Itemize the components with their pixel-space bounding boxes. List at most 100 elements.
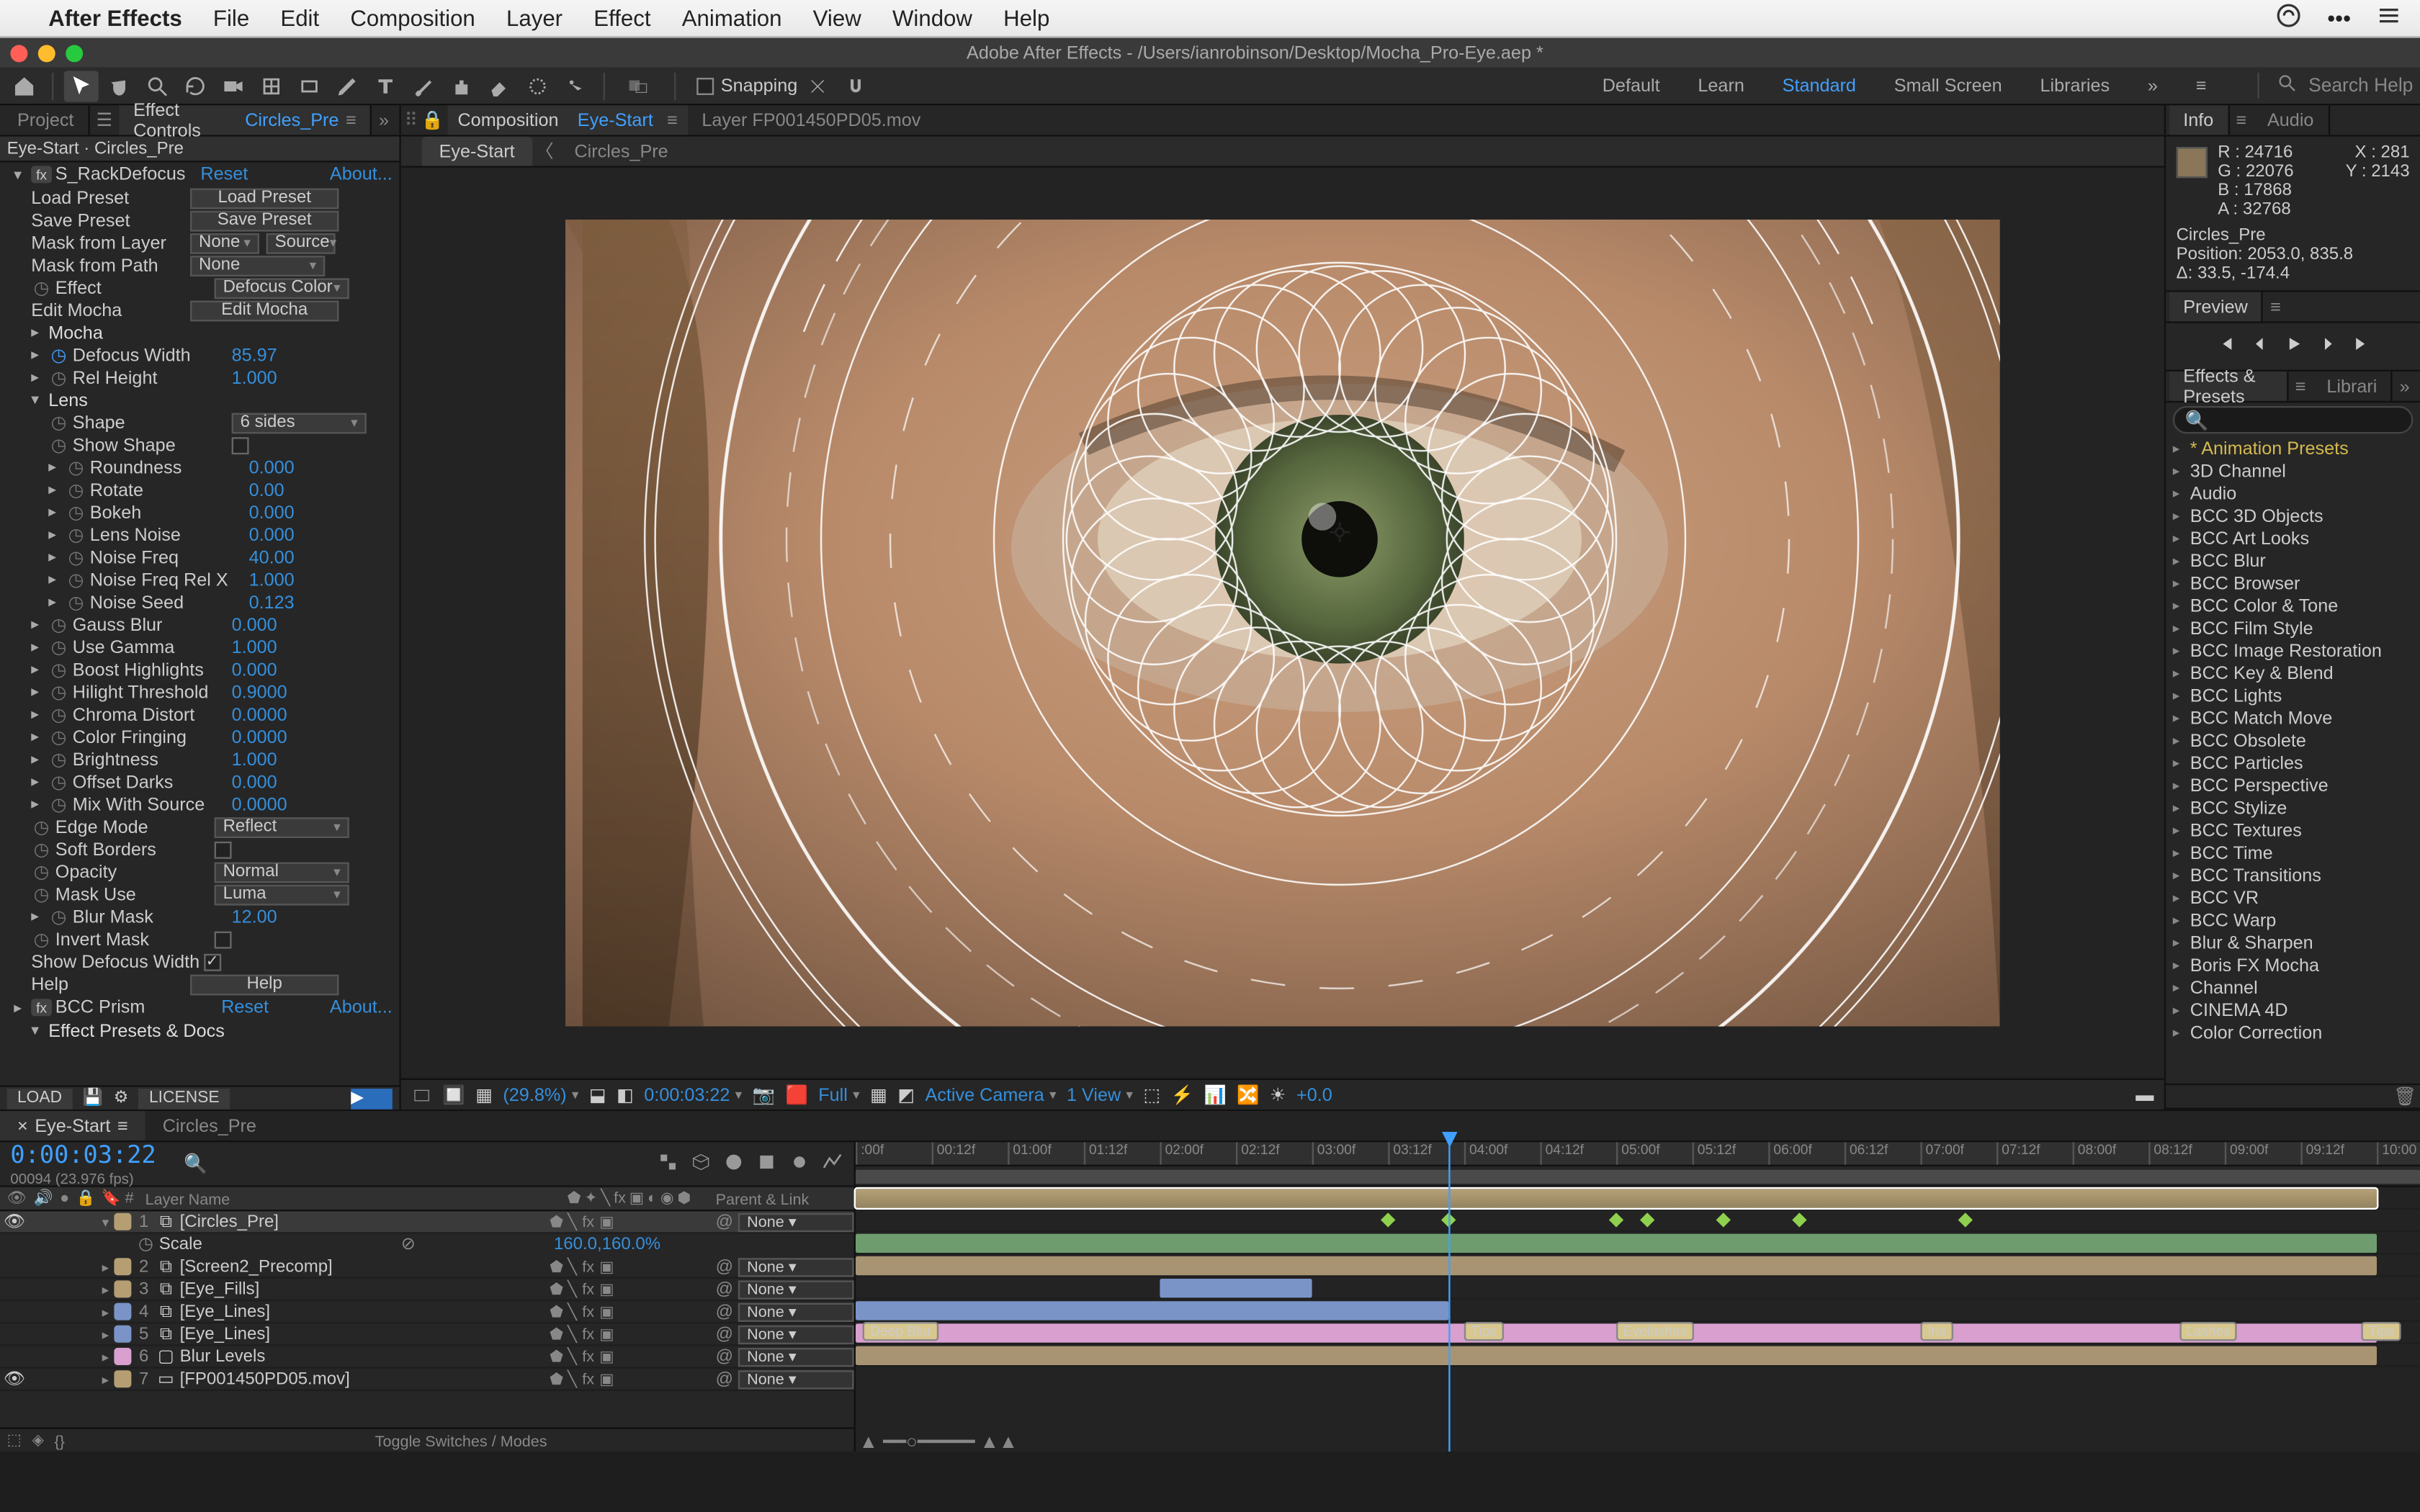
panel-overflow-icon[interactable]: » [372,109,395,130]
effect-reset[interactable]: Reset [221,997,269,1018]
twirl-icon[interactable]: ▸ [97,1259,114,1274]
pan-behind-tool[interactable] [254,70,289,101]
visibility-toggle[interactable] [4,1258,21,1275]
stopwatch-icon[interactable]: ◷ [48,704,69,725]
pickwhip-icon[interactable]: @ [716,1369,733,1388]
project-tab[interactable]: Project [4,105,89,135]
effects-category[interactable]: BCC Key & Blend [2166,662,2420,684]
mix-src-value[interactable]: 0.0000 [232,794,287,815]
layer-label-color[interactable] [114,1213,131,1230]
parent-dropdown[interactable]: None ▾ [738,1325,853,1344]
rel-height-value[interactable]: 1.000 [232,367,277,388]
close-window-button[interactable] [10,44,27,61]
workspace-overflow-icon[interactable]: » [2148,75,2158,96]
menubar-dots-icon[interactable]: ••• [2327,5,2351,31]
workspace-small-screen[interactable]: Small Screen [1894,75,2002,96]
gauss-blur-value[interactable]: 0.000 [232,614,277,635]
layer-name[interactable]: [Screen2_Precomp] [176,1257,543,1276]
keyframe-diamond[interactable] [1791,1212,1806,1227]
timeline-clip[interactable] [856,1301,1449,1320]
effect-reset[interactable]: Reset [200,164,248,185]
brush-tool[interactable] [406,70,441,101]
work-area-bar[interactable] [856,1166,2420,1187]
layer-name[interactable]: [Eye_Lines] [176,1325,543,1344]
effects-category[interactable]: Boris FX Mocha [2166,954,2420,976]
timeline-tab-eye-start[interactable]: × Eye-Start ≡ [0,1111,145,1140]
twirl-icon[interactable]: ▸ [31,323,48,342]
parent-dropdown[interactable]: None ▾ [738,1369,853,1388]
roi-icon[interactable]: ◧ [617,1084,634,1105]
parent-dropdown[interactable]: None ▾ [738,1347,853,1366]
workspace-menu-icon[interactable]: ≡ [2196,75,2207,96]
layer-switches[interactable]: ⬟ ╲ fx ▣ [543,1279,716,1298]
pickwhip-icon[interactable]: @ [716,1347,733,1366]
twirl-icon[interactable]: ▾ [31,390,48,409]
menu-edit[interactable]: Edit [280,5,319,31]
brackets-icon[interactable]: {} [54,1431,64,1449]
stopwatch-icon[interactable]: ◷ [48,367,69,388]
presets-docs-group[interactable]: Effect Presets & Docs [48,1020,393,1041]
menu-file[interactable]: File [213,5,249,31]
comp-subtab-circles-pre[interactable]: Circles_Pre [557,137,685,166]
clone-stamp-tool[interactable] [444,70,479,101]
visibility-toggle[interactable]: 👁 [4,1370,21,1387]
effects-category-list[interactable]: * Animation Presets3D ChannelAudioBCC 3D… [2166,437,2420,1084]
timeline-layer-row[interactable]: 👁 ▾ 1 ⧉ [Circles_Pre] ⬟ ╲ fx ▣ @None ▾ [0,1211,854,1233]
layer-viewer-tab[interactable]: Layer FP001450PD05.mov [691,105,931,135]
resolution-dropdown[interactable]: Full [818,1084,859,1105]
effects-category[interactable]: Channel [2166,976,2420,999]
layer-name[interactable]: [FP001450PD05.mov] [176,1369,543,1388]
playhead[interactable] [1449,1142,1451,1452]
hand-tool[interactable] [102,70,137,101]
transparency-grid-icon[interactable]: ▦ [870,1084,887,1105]
layer-label-color[interactable] [114,1326,131,1343]
fast-previews-icon[interactable]: ⚡ [1171,1084,1193,1106]
show-shape-checkbox[interactable] [232,436,249,454]
type-tool[interactable] [368,70,403,101]
composition-viewer-tab[interactable]: Composition Eye-Start≡ [447,105,688,135]
composition-mini-flowchart-icon[interactable] [657,1150,679,1177]
grid-icon[interactable]: ▦ [475,1084,493,1105]
pen-tool[interactable] [330,70,364,101]
prev-frame-button[interactable] [2248,333,2269,359]
lock-icon[interactable]: 🔒 [421,109,444,131]
stopwatch-icon[interactable]: ◷ [31,277,52,298]
stopwatch-icon[interactable]: ◷ [48,345,69,366]
keyframe-diamond[interactable] [1716,1212,1730,1227]
app-menu[interactable]: After Effects [48,5,182,31]
layer-switches[interactable]: ⬟ ╲ fx ▣ [543,1347,716,1366]
stopwatch-icon[interactable]: ◷ [66,570,86,590]
effects-search-input[interactable]: 🔍 [2173,406,2414,433]
audio-tab[interactable]: Audio [2254,105,2329,135]
anchor-point-icon[interactable] [1327,520,1352,544]
use-gamma-value[interactable]: 1.000 [232,636,277,657]
timeline-track[interactable] [856,1232,2420,1254]
last-frame-button[interactable] [2352,333,2372,359]
layer-name[interactable]: [Eye_Lines] [176,1302,543,1320]
layer-switches[interactable]: ⬟ ╲ fx ▣ [543,1302,716,1320]
libraries-tab[interactable]: Librari [2313,372,2393,401]
keyframe-diamond[interactable] [1609,1212,1623,1227]
visibility-toggle[interactable] [4,1280,21,1297]
mask-from-path-dropdown[interactable]: None [190,255,325,276]
effects-category[interactable]: 3D Channel [2166,459,2420,482]
brightness-value[interactable]: 1.000 [232,749,277,770]
timeline-track[interactable] [856,1344,2420,1367]
effects-category[interactable]: BCC Film Style [2166,617,2420,639]
lens-noise-value[interactable]: 0.000 [249,524,295,545]
show-channel-icon[interactable]: 🟥 [785,1084,807,1106]
layer-name-column-header[interactable]: Layer Name [138,1189,543,1207]
mask-from-layer-source-dropdown[interactable]: Source [266,233,336,253]
roundness-value[interactable]: 0.000 [249,457,295,478]
edit-mocha-button[interactable]: Edit Mocha [190,300,339,320]
effects-category[interactable]: BCC Art Looks [2166,527,2420,549]
eraser-tool[interactable] [483,70,517,101]
layer-switches[interactable]: ⬟ ╲ fx ▣ [543,1212,716,1231]
frame-blend-icon[interactable] [756,1150,778,1177]
menu-layer[interactable]: Layer [506,5,563,31]
stopwatch-icon[interactable]: ◷ [31,839,52,860]
snapshot-icon[interactable]: 📷 [753,1084,775,1106]
fx-badge-icon[interactable]: fx [31,166,52,183]
layer-label-color[interactable] [114,1348,131,1365]
layer-switches[interactable]: ⬟ ╲ fx ▣ [543,1369,716,1388]
